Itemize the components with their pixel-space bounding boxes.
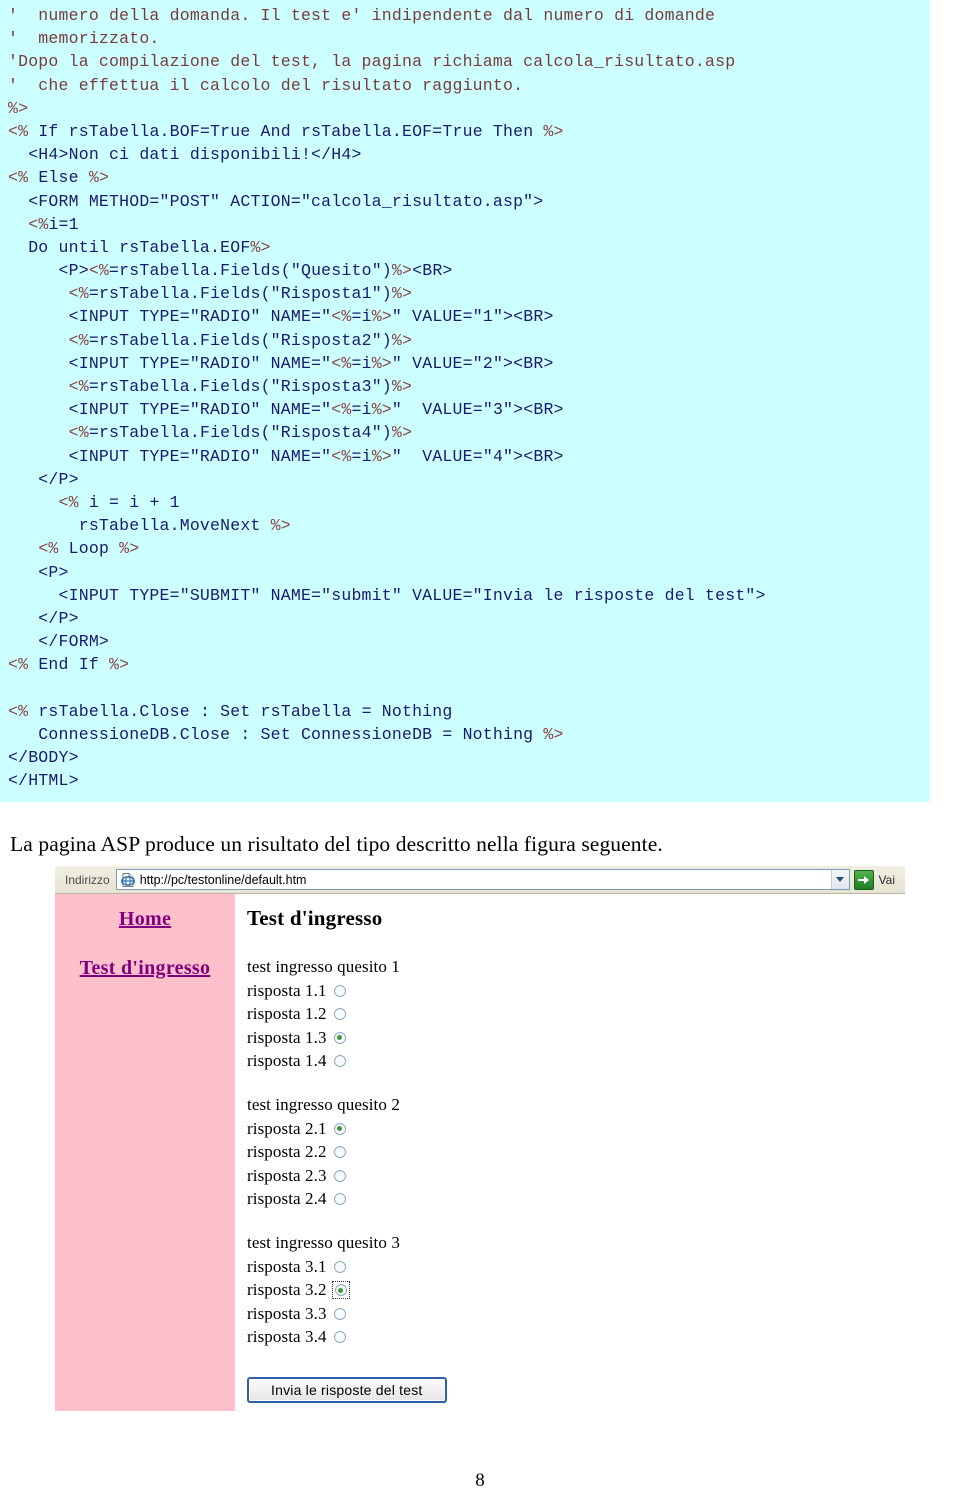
- code-line: <% rsTabella.Close : Set rsTabella = Not…: [8, 701, 453, 721]
- address-input[interactable]: http://pc/testonline/default.htm: [115, 869, 850, 890]
- radio-button-q3-a4[interactable]: [333, 1331, 346, 1344]
- code-line: <%i=1: [28, 214, 79, 234]
- code-line: <% i = i + 1: [58, 492, 180, 512]
- answer-row: risposta 2.1: [247, 1117, 905, 1141]
- go-arrow-icon: [853, 869, 874, 890]
- nav-link-home[interactable]: Home: [55, 908, 235, 931]
- question-text: test ingresso quesito 2: [247, 1095, 400, 1114]
- answer-row: risposta 2.3: [247, 1164, 905, 1188]
- chevron-down-icon: [836, 877, 845, 882]
- code-line: </HTML>: [8, 771, 79, 791]
- radio-button-q3-a3[interactable]: [333, 1307, 346, 1320]
- answer-row: risposta 1.3: [247, 1026, 905, 1050]
- question-block: test ingresso quesito 1 risposta 1.1 rispo…: [247, 957, 905, 1073]
- rendered-page: Home Test d'ingresso Test d'ingresso tes…: [55, 894, 905, 1411]
- code-line: 'Dopo la compilazione del test, la pagin…: [8, 52, 736, 72]
- answer-label: risposta 1.4: [247, 1051, 327, 1071]
- code-line: <% Else %>: [8, 168, 110, 188]
- code-line: <%=rsTabella.Fields("Risposta2")%>: [68, 330, 413, 350]
- asp-code-listing: ' numero della domanda. Il test e' indip…: [0, 0, 930, 803]
- answer-row: risposta 3.4: [247, 1326, 905, 1350]
- answer-label: risposta 1.3: [247, 1027, 327, 1047]
- answer-row: risposta 2.2: [247, 1141, 905, 1165]
- code-line: </BODY>: [8, 748, 79, 767]
- code-line: <FORM METHOD="POST" ACTION="calcola_risu…: [8, 191, 544, 211]
- answer-row: risposta 3.3: [247, 1302, 905, 1326]
- code-line: <P>: [8, 562, 69, 582]
- code-line: ' numero della domanda. Il test e' indip…: [8, 6, 716, 25]
- answer-label: risposta 3.3: [247, 1303, 327, 1323]
- code-line: </P>: [8, 608, 79, 628]
- code-line: <%=rsTabella.Fields("Risposta1")%>: [68, 284, 413, 304]
- code-line: <P><%=rsTabella.Fields("Quesito")%><BR>: [8, 261, 453, 281]
- radio-button-q1-a1[interactable]: [333, 984, 346, 997]
- answer-row: risposta 1.1: [247, 979, 905, 1003]
- question-block: test ingresso quesito 2 risposta 2.1 rispo…: [247, 1095, 905, 1211]
- test-form: Test d'ingresso test ingresso quesito 1 r…: [235, 894, 905, 1411]
- code-line: Do until rsTabella.EOF%>: [8, 237, 271, 257]
- code-line: rsTabella.MoveNext %>: [8, 516, 291, 536]
- radio-button-q2-a2[interactable]: [333, 1146, 346, 1159]
- answer-row: risposta 3.1: [247, 1255, 905, 1279]
- code-line: <INPUT TYPE="SUBMIT" NAME="submit" VALUE…: [8, 585, 766, 605]
- submit-button[interactable]: Invia le risposte del test: [247, 1377, 447, 1403]
- question-text: test ingresso quesito 3: [247, 1233, 400, 1252]
- radio-button-q1-a4[interactable]: [333, 1055, 346, 1068]
- answer-label: risposta 1.2: [247, 1004, 327, 1024]
- code-line: </FORM>: [8, 632, 110, 652]
- browser-address-bar: Indirizzo http://pc/testonline/default.h…: [55, 866, 905, 894]
- code-line: <INPUT TYPE="RADIO" NAME="<%=i%>" VALUE=…: [8, 446, 564, 466]
- answer-row: risposta 2.4: [247, 1188, 905, 1212]
- answer-label: risposta 2.1: [247, 1118, 327, 1138]
- answer-label: risposta 2.2: [247, 1142, 327, 1162]
- radio-button-q2-a3[interactable]: [333, 1169, 346, 1182]
- questions-container: test ingresso quesito 1 risposta 1.1 rispo…: [247, 957, 905, 1349]
- answer-row: risposta 3.2: [247, 1279, 905, 1303]
- radio-button-q3-a2[interactable]: [334, 1284, 347, 1297]
- code-line: <%=rsTabella.Fields("Risposta4")%>: [68, 423, 413, 443]
- question-block: test ingresso quesito 3 risposta 3.1 rispo…: [247, 1233, 905, 1349]
- nav-sidebar: Home Test d'ingresso: [55, 894, 235, 1411]
- address-bar-url: http://pc/testonline/default.htm: [139, 872, 307, 887]
- nav-link-test-ingresso[interactable]: Test d'ingresso: [55, 957, 235, 980]
- answer-label: risposta 2.4: [247, 1189, 327, 1209]
- code-line: %>: [8, 98, 29, 118]
- code-line: <% Loop %>: [38, 539, 140, 559]
- answer-label: risposta 3.1: [247, 1256, 327, 1276]
- radio-button-q2-a4[interactable]: [333, 1193, 346, 1206]
- code-line: <INPUT TYPE="RADIO" NAME="<%=i%>" VALUE=…: [8, 353, 554, 373]
- radio-button-q2-a1[interactable]: [333, 1122, 346, 1135]
- radio-button-q1-a3[interactable]: [333, 1031, 346, 1044]
- radio-button-q3-a1[interactable]: [333, 1260, 346, 1273]
- answer-label: risposta 3.4: [247, 1327, 327, 1347]
- code-line: ' che effettua il calcolo del risultato …: [8, 75, 524, 95]
- figure-caption: La pagina ASP produce un risultato del t…: [10, 832, 663, 856]
- answer-row: risposta 1.2: [247, 1003, 905, 1027]
- page-document-icon: [120, 872, 136, 888]
- answer-label: risposta 3.2: [247, 1280, 327, 1300]
- answer-row: risposta 1.4: [247, 1050, 905, 1074]
- code-line: </P>: [8, 469, 79, 489]
- browser-screenshot: Indirizzo http://pc/testonline/default.h…: [55, 866, 905, 1411]
- code-line: <INPUT TYPE="RADIO" NAME="<%=i%>" VALUE=…: [8, 307, 554, 327]
- answer-label: risposta 2.3: [247, 1165, 327, 1185]
- code-line: <% End If %>: [8, 655, 130, 675]
- page-title: Test d'ingresso: [247, 906, 383, 930]
- go-button[interactable]: Vai: [852, 869, 903, 891]
- code-line: ConnessioneDB.Close : Set ConnessioneDB …: [8, 724, 564, 744]
- code-line: <H4>Non ci dati disponibili!</H4>: [8, 145, 362, 165]
- address-bar-label: Indirizzo: [65, 872, 110, 887]
- radio-focus-ring: [331, 1281, 350, 1300]
- question-text: test ingresso quesito 1: [247, 957, 400, 976]
- code-line: ' memorizzato.: [8, 29, 160, 49]
- radio-button-q1-a2[interactable]: [333, 1008, 346, 1021]
- answer-label: risposta 1.1: [247, 980, 327, 1000]
- code-line: <%=rsTabella.Fields("Risposta3")%>: [68, 377, 413, 396]
- go-button-label: Vai: [878, 872, 895, 887]
- code-line: <INPUT TYPE="RADIO" NAME="<%=i%>" VALUE=…: [8, 400, 564, 420]
- page-number: 8: [475, 1470, 485, 1491]
- address-history-dropdown-icon[interactable]: [830, 870, 849, 889]
- code-line: <% If rsTabella.BOF=True And rsTabella.E…: [8, 121, 564, 141]
